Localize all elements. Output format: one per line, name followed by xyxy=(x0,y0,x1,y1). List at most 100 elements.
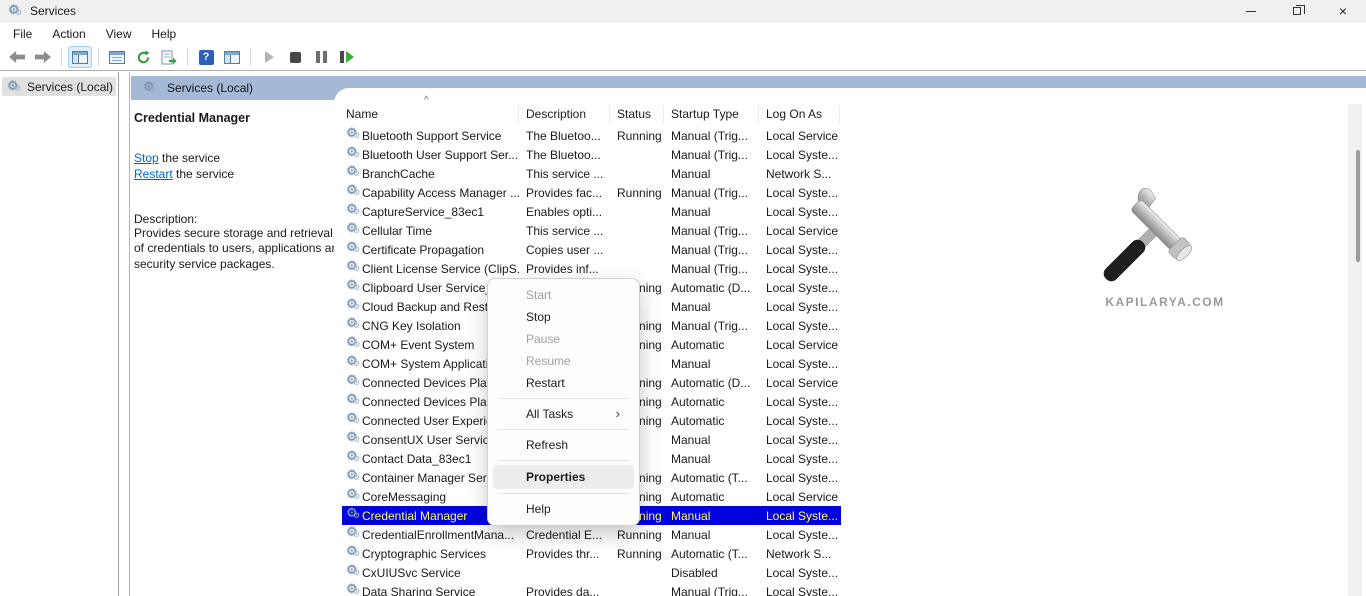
service-gear-icon xyxy=(346,336,360,350)
tree-item-services-local[interactable]: Services (Local) xyxy=(2,77,116,96)
export-list-icon xyxy=(161,50,177,65)
column-header-startup-type[interactable]: Startup Type xyxy=(671,107,739,121)
show-console-tree-button[interactable] xyxy=(68,46,92,68)
service-description: The Bluetoo... xyxy=(526,148,614,162)
help-button[interactable]: ? xyxy=(194,46,218,68)
column-separator[interactable] xyxy=(518,106,519,124)
menu-item-stop[interactable]: Stop xyxy=(493,306,634,328)
restart-service-link[interactable]: Restart xyxy=(134,167,173,181)
service-row-branchcache[interactable]: BranchCacheThis service ...ManualNetwork… xyxy=(334,164,1366,183)
toolbar-separator xyxy=(98,48,99,66)
stop-service-line: Stop the service xyxy=(134,151,349,167)
service-log-on-as: Local Syste... xyxy=(766,509,842,523)
console-tree-icon xyxy=(72,51,88,64)
column-header-name[interactable]: Name xyxy=(346,107,378,121)
service-startup-type: Manual (Trig... xyxy=(671,148,764,162)
selected-service-name: Credential Manager xyxy=(134,111,349,125)
service-gear-icon xyxy=(346,431,360,445)
service-gear-icon xyxy=(346,260,360,274)
service-name: Bluetooth Support Service xyxy=(362,129,520,143)
forward-button[interactable] xyxy=(31,46,55,68)
menubar-item-action[interactable]: Action xyxy=(42,24,95,44)
minimize-button[interactable] xyxy=(1228,0,1274,22)
stop-service-button[interactable] xyxy=(283,46,307,68)
service-description: The Bluetoo... xyxy=(526,129,614,143)
menubar-item-help[interactable]: Help xyxy=(142,24,187,44)
service-row-cryptographic-services[interactable]: Cryptographic ServicesProvides thr...Run… xyxy=(334,544,1366,563)
service-name: Capability Access Manager ... xyxy=(362,186,520,200)
extended-info-panel: Credential Manager Stop the service Rest… xyxy=(134,104,349,272)
service-log-on-as: Local Syste... xyxy=(766,566,842,580)
service-row-data-sharing-service[interactable]: Data Sharing ServiceProvides da...Manual… xyxy=(334,582,1366,596)
menu-item-restart[interactable]: Restart xyxy=(493,372,634,394)
services-node-icon xyxy=(7,80,21,94)
back-button[interactable] xyxy=(5,46,29,68)
extended-standard-view-button[interactable] xyxy=(220,46,244,68)
vertical-scrollbar[interactable] xyxy=(1348,104,1362,596)
column-header-log-on-as[interactable]: Log On As xyxy=(766,107,822,121)
close-button[interactable]: × xyxy=(1320,0,1366,22)
column-header-description[interactable]: Description xyxy=(526,107,586,121)
properties-window-icon xyxy=(109,51,125,64)
service-startup-type: Manual xyxy=(671,528,764,542)
service-description: This service ... xyxy=(526,224,614,238)
toolbar-separator xyxy=(250,48,251,66)
column-separator[interactable] xyxy=(758,106,759,124)
service-gear-icon xyxy=(346,564,360,578)
service-startup-type: Automatic xyxy=(671,414,764,428)
service-log-on-as: Local Syste... xyxy=(766,528,842,542)
service-startup-type: Manual xyxy=(671,205,764,219)
service-gear-icon xyxy=(346,355,360,369)
menu-item-resume[interactable]: Resume xyxy=(493,350,634,372)
service-log-on-as: Local Syste... xyxy=(766,186,842,200)
service-row-credentialenrollmentmana[interactable]: CredentialEnrollmentMana...Credential E.… xyxy=(334,525,1366,544)
menu-item-start[interactable]: Start xyxy=(493,284,634,306)
service-log-on-as: Local Syste... xyxy=(766,414,842,428)
menu-item-properties[interactable]: Properties xyxy=(493,465,634,489)
menu-item-all-tasks[interactable]: All Tasks› xyxy=(493,403,634,425)
service-log-on-as: Local Service xyxy=(766,376,842,390)
column-separator[interactable] xyxy=(839,106,840,124)
list-header: Name Description Status Startup Type Log On … xyxy=(334,104,1350,125)
pause-service-button[interactable] xyxy=(309,46,333,68)
service-name: Cellular Time xyxy=(362,224,520,238)
service-gear-icon xyxy=(346,450,360,464)
refresh-button[interactable] xyxy=(131,46,155,68)
service-startup-type: Automatic (T... xyxy=(671,547,764,561)
service-description: Enables opti... xyxy=(526,205,614,219)
service-startup-type: Manual (Trig... xyxy=(671,224,764,238)
menubar-item-view[interactable]: View xyxy=(96,24,142,44)
column-separator[interactable] xyxy=(663,106,664,124)
column-separator[interactable] xyxy=(609,106,610,124)
service-startup-type: Automatic (D... xyxy=(671,281,764,295)
menubar-item-file[interactable]: File xyxy=(3,24,42,44)
stop-service-link[interactable]: Stop xyxy=(134,151,159,165)
service-row-bluetooth-user-support-ser[interactable]: Bluetooth User Support Ser...The Bluetoo… xyxy=(334,145,1366,164)
menu-item-help[interactable]: Help xyxy=(493,498,634,520)
start-service-button[interactable] xyxy=(257,46,281,68)
service-log-on-as: Local Syste... xyxy=(766,585,842,596)
restart-service-button[interactable] xyxy=(335,46,359,68)
export-list-button[interactable] xyxy=(157,46,181,68)
menu-item-pause[interactable]: Pause xyxy=(493,328,634,350)
properties-button[interactable] xyxy=(105,46,129,68)
service-gear-icon xyxy=(346,412,360,426)
services-app-icon xyxy=(8,4,22,18)
scrollbar-thumb[interactable] xyxy=(1356,150,1360,262)
service-startup-type: Manual (Trig... xyxy=(671,262,764,276)
restore-button[interactable] xyxy=(1274,0,1320,22)
service-gear-icon xyxy=(346,507,360,521)
window-controls: × xyxy=(1228,0,1366,22)
service-gear-icon xyxy=(346,146,360,160)
result-pane: Services (Local) Credential Manager Stop… xyxy=(129,72,1366,596)
service-log-on-as: Local Service xyxy=(766,490,842,504)
service-gear-icon xyxy=(346,583,360,596)
service-log-on-as: Local Syste... xyxy=(766,433,842,447)
service-row-bluetooth-support-service[interactable]: Bluetooth Support ServiceThe Bluetoo...R… xyxy=(334,126,1366,145)
service-row-cxuiusvc-service[interactable]: CxUIUSvc ServiceDisabledLocal Syste... xyxy=(334,563,1366,582)
service-log-on-as: Local Syste... xyxy=(766,395,842,409)
submenu-chevron-icon: › xyxy=(616,403,620,425)
column-header-status[interactable]: Status xyxy=(617,107,651,121)
service-log-on-as: Local Syste... xyxy=(766,452,842,466)
menu-item-refresh[interactable]: Refresh xyxy=(493,434,634,456)
